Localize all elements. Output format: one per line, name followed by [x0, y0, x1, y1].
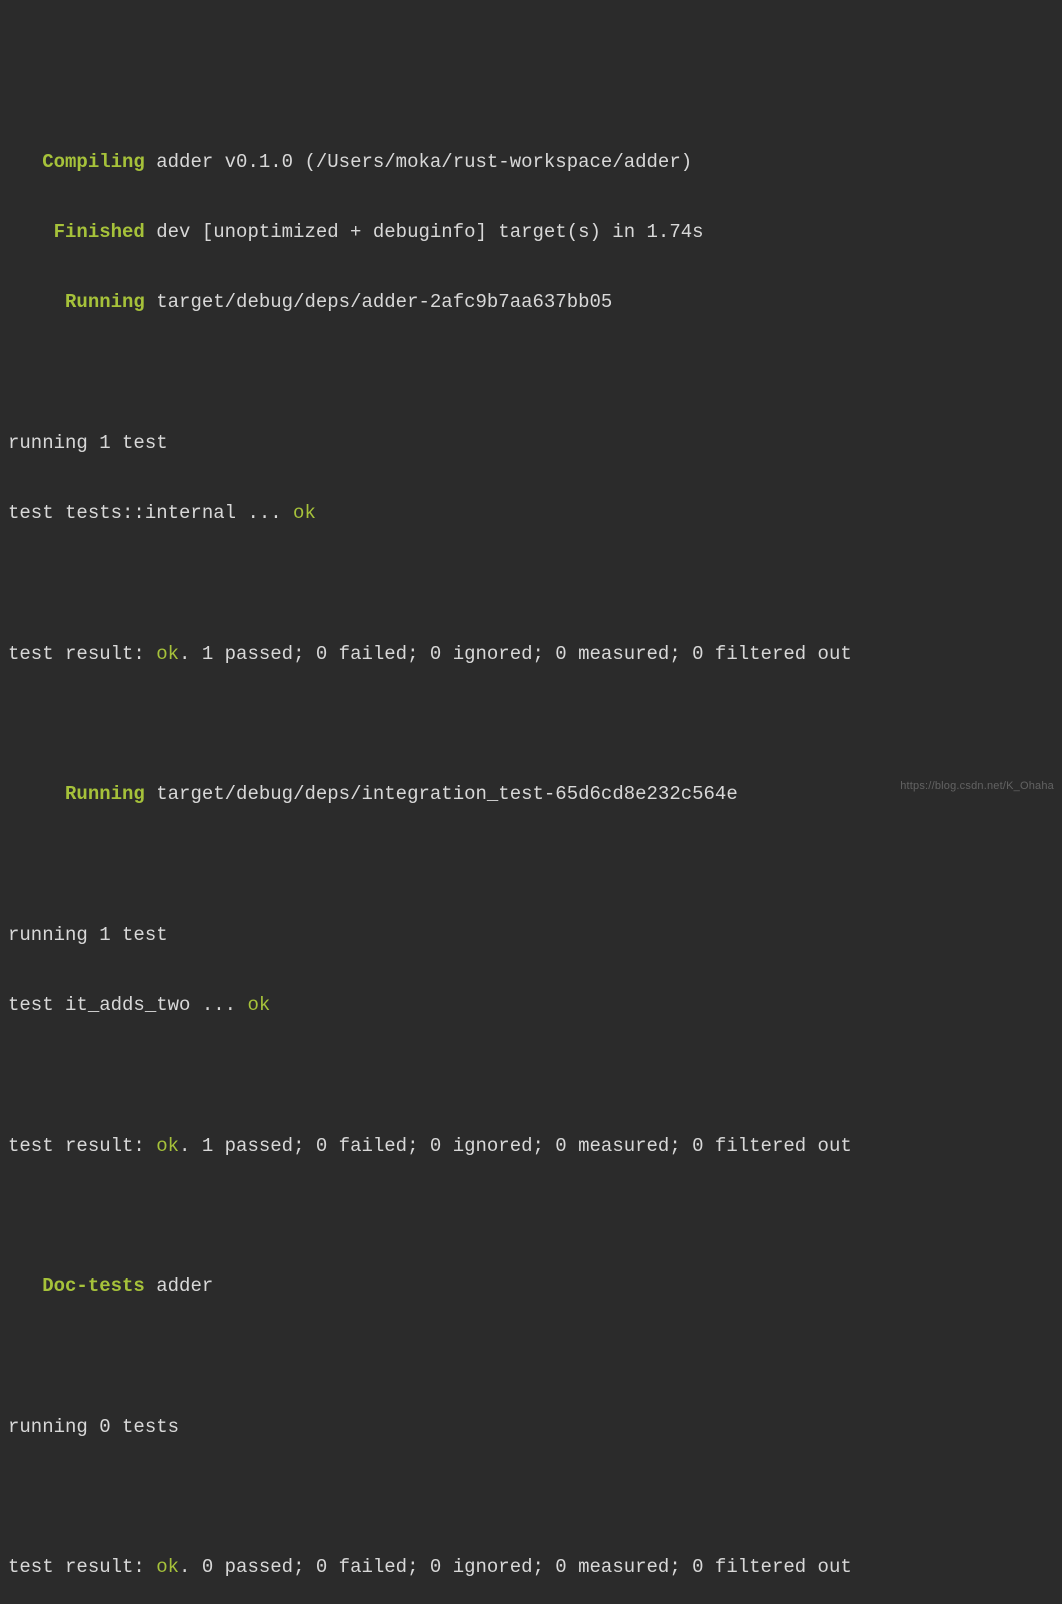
- result-status-ok: ok: [156, 1556, 179, 1578]
- terminal-line-run-count: running 0 tests: [8, 1410, 1054, 1445]
- running-rest: target/debug/deps/adder-2afc9b7aa637bb05: [145, 291, 612, 313]
- terminal-line-test-adds-two: test it_adds_two ... ok: [8, 988, 1054, 1023]
- doctests-rest: adder: [145, 1275, 213, 1297]
- result-rest: . 0 passed; 0 failed; 0 ignored; 0 measu…: [179, 1556, 852, 1578]
- finished-rest: dev [unoptimized + debuginfo] target(s) …: [145, 221, 704, 243]
- terminal-line-result-doc: test result: ok. 0 passed; 0 failed; 0 i…: [8, 1550, 1054, 1585]
- test-status-ok: ok: [247, 994, 270, 1016]
- compiling-rest: adder v0.1.0 (/Users/moka/rust-workspace…: [145, 151, 692, 173]
- blank-line: [8, 707, 1054, 742]
- compiling-label: Compiling: [42, 151, 145, 173]
- terminal-line-running-unit: Running target/debug/deps/adder-2afc9b7a…: [8, 285, 1054, 320]
- terminal-line-test-internal: test tests::internal ... ok: [8, 496, 1054, 531]
- result-rest: . 1 passed; 0 failed; 0 ignored; 0 measu…: [179, 1135, 852, 1157]
- terminal-line-result-integration: test result: ok. 1 passed; 0 failed; 0 i…: [8, 1129, 1054, 1164]
- indent: [8, 151, 42, 173]
- test-prefix: test it_adds_two ...: [8, 994, 247, 1016]
- blank-line: [8, 355, 1054, 390]
- terminal-line-result-unit: test result: ok. 1 passed; 0 failed; 0 i…: [8, 637, 1054, 672]
- indent: [8, 221, 54, 243]
- test-status-ok: ok: [293, 502, 316, 524]
- terminal-line-run-count: running 1 test: [8, 918, 1054, 953]
- run-count-text: running 1 test: [8, 924, 168, 946]
- blank-line: [8, 847, 1054, 882]
- indent: [8, 1275, 42, 1297]
- result-rest: . 1 passed; 0 failed; 0 ignored; 0 measu…: [179, 643, 852, 665]
- run-count-text: running 1 test: [8, 432, 168, 454]
- run-count-text: running 0 tests: [8, 1416, 179, 1438]
- result-prefix: test result:: [8, 1556, 156, 1578]
- terminal-line-running-integration: Running target/debug/deps/integration_te…: [8, 777, 1054, 812]
- watermark-text: https://blog.csdn.net/K_Ohaha: [900, 776, 1054, 796]
- finished-label: Finished: [54, 221, 145, 243]
- blank-line: [8, 1480, 1054, 1515]
- doctests-label: Doc-tests: [42, 1275, 145, 1297]
- result-status-ok: ok: [156, 1135, 179, 1157]
- test-prefix: test tests::internal ...: [8, 502, 293, 524]
- result-status-ok: ok: [156, 643, 179, 665]
- result-prefix: test result:: [8, 1135, 156, 1157]
- running-label: Running: [65, 291, 145, 313]
- indent: [8, 291, 65, 313]
- terminal-line-doctests: Doc-tests adder: [8, 1269, 1054, 1304]
- blank-line: [8, 566, 1054, 601]
- blank-line: [8, 1058, 1054, 1093]
- blank-line: [8, 1339, 1054, 1374]
- blank-line: [8, 1199, 1054, 1234]
- terminal-line-run-count: running 1 test: [8, 426, 1054, 461]
- terminal-line-compiling: Compiling adder v0.1.0 (/Users/moka/rust…: [8, 145, 1054, 180]
- terminal-line-finished: Finished dev [unoptimized + debuginfo] t…: [8, 215, 1054, 250]
- result-prefix: test result:: [8, 643, 156, 665]
